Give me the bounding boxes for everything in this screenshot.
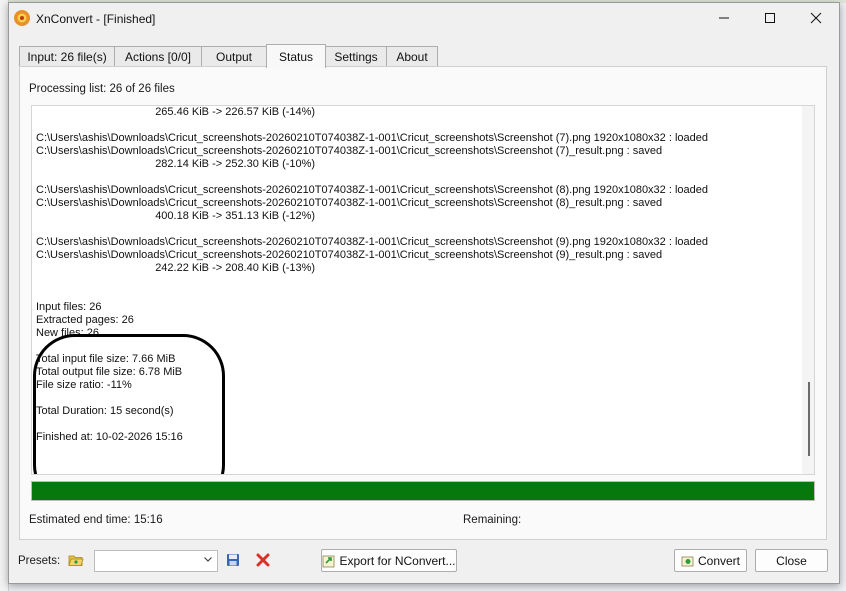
export-icon xyxy=(323,555,335,567)
status-log-text: 265.46 KiB -> 226.57 KiB (-14%) C:\Users… xyxy=(36,106,800,444)
tab-input[interactable]: Input: 26 file(s) xyxy=(19,46,115,67)
maximize-icon xyxy=(765,13,775,23)
log-line: Total Duration: 15 second(s) xyxy=(36,405,174,417)
progress-bar-fill xyxy=(32,482,814,500)
close-button[interactable]: Close xyxy=(755,549,828,572)
floppy-disk-icon xyxy=(227,554,239,566)
convert-icon xyxy=(681,556,694,566)
log-line: C:\Users\ashis\Downloads\Cricut_screensh… xyxy=(36,249,663,261)
processing-list-label: Processing list: 26 of 26 files xyxy=(29,83,175,95)
log-line: Total output file size: 6.78 MiB xyxy=(36,366,183,378)
progress-bar xyxy=(31,481,815,501)
xnconvert-window: XnConvert - [Finished] Input: 26 file(s)… xyxy=(8,2,840,584)
log-line: C:\Users\ashis\Downloads\Cricut_screensh… xyxy=(36,236,708,248)
remaining-time: Remaining: xyxy=(463,514,522,526)
log-line: New files: 26 xyxy=(36,327,99,339)
window-title: XnConvert - [Finished] xyxy=(36,12,156,26)
presets-label: Presets: xyxy=(18,555,61,567)
convert-button[interactable]: Convert xyxy=(674,549,747,572)
minimize-icon xyxy=(719,17,729,19)
close-window-button[interactable] xyxy=(793,3,839,33)
log-line: Finished at: 10-02-2026 15:16 xyxy=(36,431,183,443)
status-panel: Processing list: 26 of 26 files 265.46 K… xyxy=(19,66,827,540)
log-line: 282.14 KiB -> 252.30 KiB (-10%) xyxy=(36,158,316,170)
title-bar[interactable]: XnConvert - [Finished] xyxy=(9,3,839,33)
tab-status[interactable]: Status xyxy=(266,44,326,68)
log-scrollbar[interactable] xyxy=(802,106,814,474)
log-line: Total input file size: 7.66 MiB xyxy=(36,353,176,365)
log-line: Extracted pages: 26 xyxy=(36,314,134,326)
presets-dropdown[interactable] xyxy=(94,550,218,572)
log-scrollbar-thumb[interactable] xyxy=(808,382,810,456)
export-nconvert-label: Export for NConvert... xyxy=(339,553,456,568)
log-line: 242.22 KiB -> 208.40 KiB (-13%) xyxy=(36,262,316,274)
delete-x-icon xyxy=(256,553,270,567)
log-line: C:\Users\ashis\Downloads\Cricut_screensh… xyxy=(36,197,663,209)
tab-actions[interactable]: Actions [0/0] xyxy=(114,46,202,67)
export-nconvert-button[interactable]: Export for NConvert... xyxy=(321,549,457,572)
close-label: Close xyxy=(776,553,807,568)
chevron-down-icon xyxy=(201,554,215,568)
minimize-button[interactable] xyxy=(701,3,747,33)
log-line: C:\Users\ashis\Downloads\Cricut_screensh… xyxy=(36,145,663,157)
delete-preset-button[interactable] xyxy=(254,551,272,569)
tab-output[interactable]: Output xyxy=(201,46,267,67)
maximize-button[interactable] xyxy=(747,3,793,33)
log-line: C:\Users\ashis\Downloads\Cricut_screensh… xyxy=(36,184,708,196)
log-line: Input files: 26 xyxy=(36,301,102,313)
close-icon xyxy=(810,12,822,24)
save-preset-button[interactable] xyxy=(224,551,242,569)
tab-about[interactable]: About xyxy=(386,46,438,67)
log-line: 400.18 KiB -> 351.13 KiB (-12%) xyxy=(36,210,316,222)
log-line: File size ratio: -11% xyxy=(36,379,132,391)
log-line: C:\Users\ashis\Downloads\Cricut_screensh… xyxy=(36,132,708,144)
xnconvert-logo-icon xyxy=(14,10,30,26)
log-line: 265.46 KiB -> 226.57 KiB (-14%) xyxy=(36,106,316,118)
tab-settings[interactable]: Settings xyxy=(325,46,387,67)
estimated-end-time: Estimated end time: 15:16 xyxy=(29,514,163,526)
open-preset-button[interactable] xyxy=(67,551,85,569)
status-log[interactable]: 265.46 KiB -> 226.57 KiB (-14%) C:\Users… xyxy=(31,105,815,475)
folder-open-icon xyxy=(68,555,84,566)
convert-label: Convert xyxy=(697,553,741,568)
